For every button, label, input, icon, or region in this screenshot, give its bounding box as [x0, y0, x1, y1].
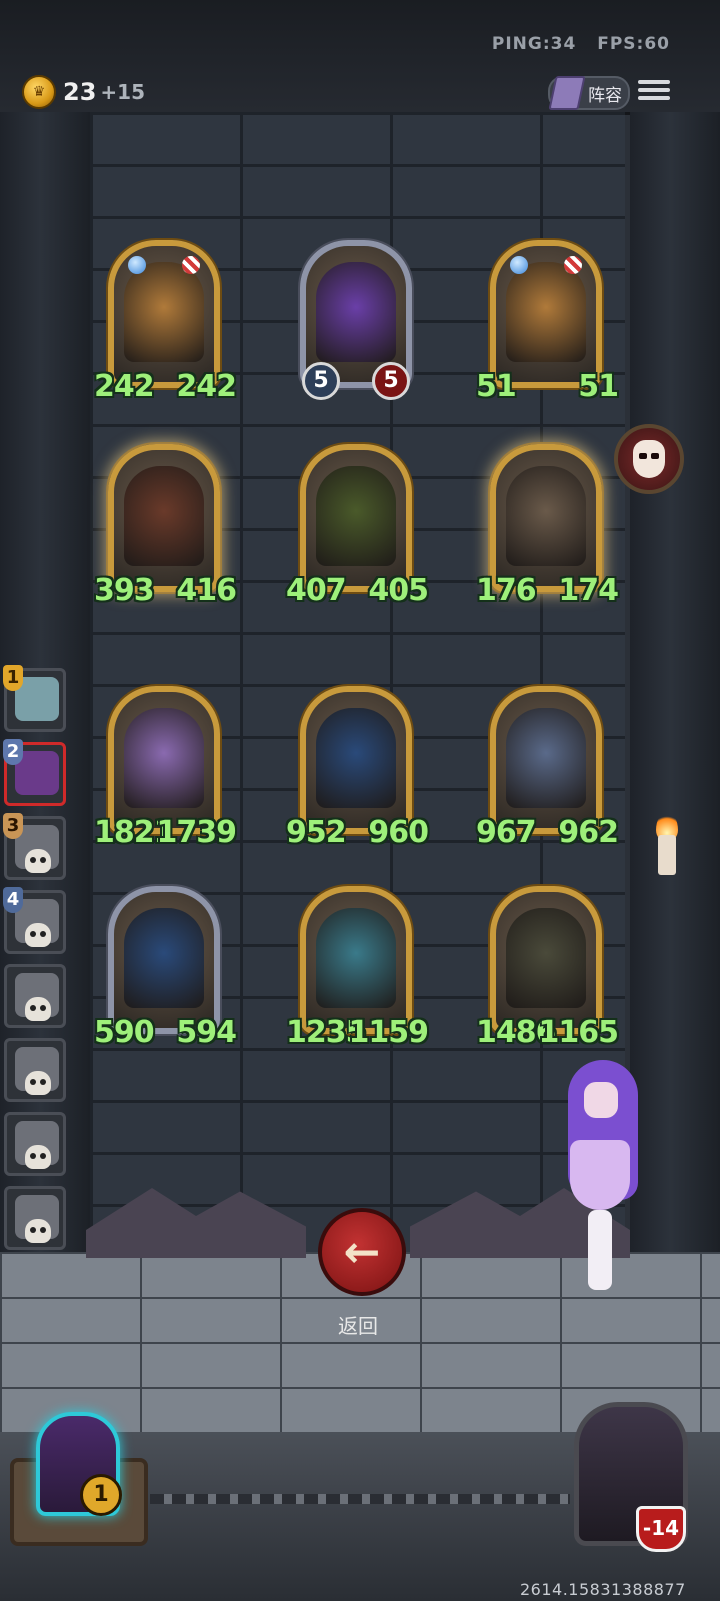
network-stats: PING:34 FPS:60 [478, 34, 670, 54]
raccoon-minion[interactable]: 51 51 [476, 240, 619, 404]
book-icon [548, 76, 586, 110]
health-value: 1739 [156, 815, 237, 850]
gold-counter: ♛ 23 +15 [22, 75, 145, 109]
gold-value: 23 [63, 78, 97, 106]
minion-portrait [124, 262, 204, 362]
skull-icon [25, 1145, 51, 1169]
minion-portrait [506, 908, 586, 1008]
masked-rabbit-minion[interactable]: 176 174 [476, 444, 619, 608]
enemy-hero-portrait[interactable] [614, 424, 684, 494]
health-badge: 5 [372, 362, 410, 400]
player-slot[interactable] [4, 1112, 66, 1176]
minion-portrait [316, 908, 396, 1008]
candy-gem-icon [564, 256, 582, 274]
skull-icon [25, 1219, 51, 1243]
health-value: 960 [368, 815, 429, 850]
attack-value: 590 [94, 1015, 155, 1050]
player-rank-badge: 4 [3, 887, 23, 913]
blue-crystal-beast-minion[interactable]: 952 960 [286, 686, 429, 850]
health-value: 174 [558, 573, 619, 608]
hero-character [550, 1060, 650, 1290]
boar-minion[interactable]: 393 416 [94, 444, 237, 608]
skull-icon [25, 849, 51, 873]
white-fur-lady-minion[interactable]: 1821 1739 [94, 686, 237, 850]
player-slot[interactable] [4, 1038, 66, 1102]
debug-id: 2614.15831388877 [520, 1580, 686, 1599]
player-slot[interactable]: 4 [3, 887, 66, 954]
candle-icon [658, 835, 676, 875]
player-slot[interactable]: 3 [3, 813, 66, 880]
mushroom-spider-minion[interactable]: 1486 1165 [476, 886, 619, 1050]
player-slot[interactable]: 1 [3, 665, 66, 732]
health-value: 51 [578, 369, 619, 404]
fps-readout: FPS:60 [597, 34, 670, 54]
tavern-level-badge: 1 [80, 1474, 122, 1516]
player-rank-badge: 3 [3, 813, 23, 839]
health-value: 242 [176, 369, 237, 404]
dwarf-king-minion[interactable]: 967 962 [476, 686, 619, 850]
crown-coin-icon: ♛ [22, 75, 56, 109]
attack-value: 407 [286, 573, 347, 608]
attack-value: 967 [476, 815, 537, 850]
blue-crystal-beast-minion[interactable]: 590 594 [94, 886, 237, 1050]
attack-value: 176 [476, 573, 537, 608]
minion-portrait [316, 466, 396, 566]
attack-value: 242 [94, 369, 155, 404]
player-slot[interactable]: 2 [3, 739, 66, 806]
lineup-button[interactable]: 阵容 [548, 76, 630, 110]
mushroom-mermaid-minion[interactable]: 1235 1159 [286, 886, 429, 1050]
top-bar: PING:34 FPS:60 ♛ 23 +15 阵容 [0, 0, 720, 115]
health-value: 416 [176, 573, 237, 608]
minion-portrait [506, 262, 586, 362]
skull-icon [25, 1071, 51, 1095]
health-value: 962 [558, 815, 619, 850]
menu-icon[interactable] [638, 76, 670, 106]
purple-wizard-minion[interactable]: 55 [300, 240, 412, 400]
player-slot[interactable] [4, 964, 66, 1028]
player-slot[interactable] [4, 1186, 66, 1250]
game-screen: PING:34 FPS:60 ♛ 23 +15 阵容 242 242 5 5 51 51 3… [0, 0, 720, 1601]
attack-badge: 5 [302, 362, 340, 400]
minion-portrait [124, 466, 204, 566]
health-value: 1159 [348, 1015, 429, 1050]
attack-value: 952 [286, 815, 347, 850]
health-value: 405 [368, 573, 429, 608]
tiki-owl-minion[interactable]: 407 405 [286, 444, 429, 608]
lineup-label: 阵容 [588, 85, 622, 106]
attack-value: 393 [94, 573, 155, 608]
opponent-hp-badge: -14 [636, 1506, 686, 1552]
ping-readout: PING:34 [491, 34, 577, 54]
back-label: 返回 [338, 1314, 378, 1338]
blue-gem-icon [128, 256, 146, 274]
minion-portrait [316, 708, 396, 808]
chain-decoration [150, 1494, 570, 1504]
skull-icon [25, 923, 51, 947]
minion-portrait [124, 908, 204, 1008]
minion-portrait [506, 708, 586, 808]
health-value: 1165 [538, 1015, 619, 1050]
minion-portrait [316, 262, 396, 362]
minion-portrait [506, 466, 586, 566]
arrow-left-icon: ← [343, 1226, 381, 1278]
minion-portrait [124, 708, 204, 808]
player-list: 1 2 3 4 [0, 665, 70, 1260]
health-value: 594 [176, 1015, 237, 1050]
back-button[interactable]: ← [318, 1208, 406, 1296]
player-rank-badge: 2 [3, 739, 23, 765]
skull-icon [25, 997, 51, 1021]
mask-icon [633, 440, 665, 478]
candy-gem-icon [182, 256, 200, 274]
attack-value: 51 [476, 369, 517, 404]
player-rank-badge: 1 [3, 665, 23, 691]
blue-gem-icon [510, 256, 528, 274]
gold-income: +15 [100, 80, 145, 104]
raccoon-minion[interactable]: 242 242 [94, 240, 237, 404]
